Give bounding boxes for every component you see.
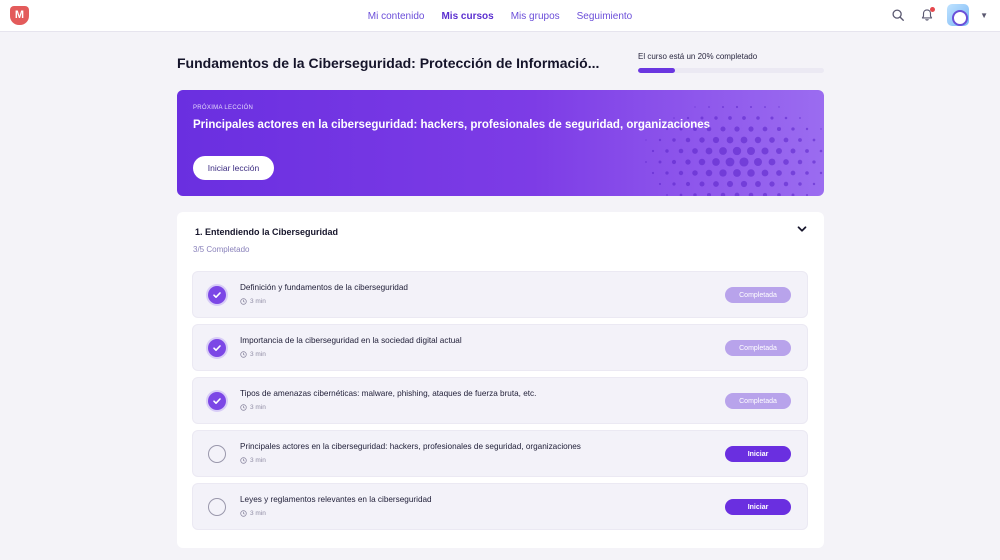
course-title: Fundamentos de la Ciberseguridad: Protec…	[177, 55, 600, 71]
lesson-title: Definición y fundamentos de la cibersegu…	[240, 283, 408, 292]
lesson-duration: 3 min	[240, 298, 266, 305]
lesson-start-button[interactable]: Iniciar	[725, 499, 791, 515]
top-actions: ▼	[889, 4, 988, 26]
lesson-completed-button[interactable]: Completada	[725, 393, 791, 409]
module-title: 1. Entendiendo la Ciberseguridad	[195, 227, 339, 237]
start-lesson-button[interactable]: Iniciar lección	[193, 156, 274, 180]
clock-icon	[240, 404, 247, 411]
lesson-duration: 3 min	[240, 404, 266, 411]
nav-item-mis-cursos[interactable]: Mis cursos	[441, 11, 493, 22]
lesson-duration: 3 min	[240, 351, 266, 358]
search-icon[interactable]	[889, 6, 907, 24]
progress-bar-fill	[638, 68, 676, 73]
progress-label: El curso está un 20% completado	[638, 52, 758, 61]
chevron-down-icon[interactable]: ▼	[980, 11, 988, 20]
lesson-duration: 3 min	[240, 510, 266, 517]
chevron-down-icon[interactable]	[795, 222, 809, 236]
main-nav: Mi contenido Mis cursos Mis grupos Segui…	[0, 0, 1000, 32]
nav-item-seguimiento[interactable]: Seguimiento	[577, 11, 633, 22]
lesson-duration: 3 min	[240, 457, 266, 464]
empty-circle-icon	[208, 445, 226, 463]
lesson-start-button[interactable]: Iniciar	[725, 446, 791, 462]
progress-bar	[638, 68, 824, 73]
banner-kicker: Próxima lección	[193, 105, 254, 111]
top-navigation-bar: M Mi contenido Mis cursos Mis grupos Seg…	[0, 0, 1000, 32]
nav-item-mis-grupos[interactable]: Mis grupos	[511, 11, 560, 22]
notification-badge	[930, 7, 936, 12]
avatar[interactable]	[947, 4, 970, 26]
banner-dot-pattern	[645, 105, 823, 196]
lesson-item[interactable]: Leyes y reglamentos relevantes en la cib…	[192, 483, 808, 530]
lesson-title: Leyes y reglamentos relevantes en la cib…	[240, 495, 432, 504]
clock-icon	[240, 298, 247, 305]
nav-item-mi-contenido[interactable]: Mi contenido	[368, 11, 425, 22]
clock-icon	[240, 351, 247, 358]
bell-icon[interactable]	[918, 6, 936, 24]
lesson-item[interactable]: Definición y fundamentos de la cibersegu…	[192, 271, 808, 318]
course-progress: El curso está un 20% completado	[638, 52, 824, 73]
next-lesson-banner: Próxima lección Principales actores en l…	[177, 90, 824, 196]
lesson-item[interactable]: Principales actores en la ciberseguridad…	[192, 430, 808, 477]
module-progress-text: 3/5 Completado	[193, 245, 250, 254]
clock-icon	[240, 457, 247, 464]
check-circle-icon	[208, 339, 226, 357]
lesson-title: Tipos de amenazas cibernéticas: malware,…	[240, 389, 537, 398]
lesson-item[interactable]: Importancia de la ciberseguridad en la s…	[192, 324, 808, 371]
clock-icon	[240, 510, 247, 517]
lesson-completed-button[interactable]: Completada	[725, 340, 791, 356]
empty-circle-icon	[208, 498, 226, 516]
check-circle-icon	[208, 392, 226, 410]
lesson-completed-button[interactable]: Completada	[725, 287, 791, 303]
module-card: 1. Entendiendo la Ciberseguridad 3/5 Com…	[177, 212, 824, 548]
lesson-item[interactable]: Tipos de amenazas cibernéticas: malware,…	[192, 377, 808, 424]
lesson-title: Principales actores en la ciberseguridad…	[240, 442, 581, 451]
lesson-title: Importancia de la ciberseguridad en la s…	[240, 336, 462, 345]
check-circle-icon	[208, 286, 226, 304]
